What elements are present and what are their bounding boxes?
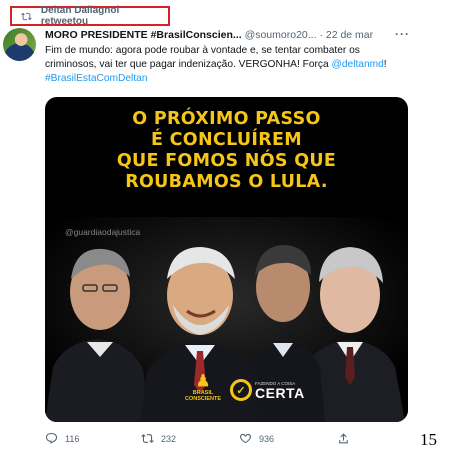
tweet-date[interactable]: 22 de mar	[326, 29, 373, 41]
share-button[interactable]	[337, 432, 357, 445]
display-name[interactable]: MORO PRESIDENTE #BrasilConscien...	[45, 29, 242, 41]
retweet-indicator[interactable]: Deltan Dallagnol retweetou	[10, 5, 170, 27]
mention-link[interactable]: @deltanmd	[332, 59, 384, 70]
image-headline: O PRÓXIMO PASSO É CONCLUÍREM QUE FOMOS N…	[45, 109, 408, 193]
meta-separator: ·	[319, 29, 323, 41]
retweet-button[interactable]: 232	[141, 432, 176, 445]
reply-count: 116	[65, 433, 80, 444]
certa-logo-big: CERTA	[255, 384, 305, 401]
avatar[interactable]	[3, 28, 36, 61]
tweet-text-line-2-body: criminosos, vai ter que pagar indenizaçã…	[45, 59, 332, 70]
coisa-certa-logo: ✓ FAZENDO A COISA CERTA	[230, 379, 305, 401]
retweet-icon	[21, 12, 32, 20]
hashtag-link[interactable]: #BrasilEstaComDeltan	[45, 72, 407, 86]
headline-line-3: QUE FOMOS NÓS QUE	[116, 151, 337, 171]
retweet-count: 232	[161, 433, 177, 444]
people-photo	[45, 217, 408, 422]
tweet-text-line-2: criminosos, vai ter que pagar indenizaçã…	[45, 58, 407, 72]
share-icon	[339, 433, 348, 444]
brasil-logo-line-2: CONSCIENTE	[184, 396, 222, 402]
lamp-icon: ♟	[195, 373, 211, 390]
headline-line-1: O PRÓXIMO PASSO	[132, 109, 321, 129]
user-handle[interactable]: @soumoro20...	[245, 29, 317, 41]
like-button[interactable]: 936	[239, 432, 274, 445]
tweet-image[interactable]: O PRÓXIMO PASSO É CONCLUÍREM QUE FOMOS N…	[45, 97, 408, 422]
retweet-action-icon	[141, 434, 154, 443]
tweet-header: MORO PRESIDENTE #BrasilConscien... @soum…	[45, 27, 410, 43]
check-icon: ✓	[230, 379, 252, 401]
page-number: 15	[420, 430, 437, 449]
tweet-text: Fim de mundo: agora pode roubar à vontad…	[45, 44, 407, 86]
more-options-icon[interactable]: ···	[395, 27, 410, 41]
tweet-card: Deltan Dallagnol retweetou MORO PRESIDEN…	[0, 0, 418, 453]
like-count: 936	[259, 433, 275, 444]
brasil-consciente-logo: ♟ BRASIL CONSCIENTE	[183, 373, 223, 403]
reply-button[interactable]: 116	[45, 432, 79, 445]
heart-icon	[240, 433, 251, 444]
reply-icon	[45, 433, 58, 444]
tweet-text-line-2-end: !	[383, 59, 387, 70]
headline-line-2: É CONCLUÍREM	[151, 130, 302, 150]
tweet-actions: 116 232 936	[45, 432, 405, 448]
watermark-handle: @guardiaodajustica	[65, 227, 141, 237]
headline-line-4: ROUBAMOS O LULA.	[125, 172, 328, 192]
retweet-label: Deltan Dallagnol retweetou	[40, 5, 120, 27]
tweet-text-line-1: Fim de mundo: agora pode roubar à vontad…	[45, 45, 360, 56]
